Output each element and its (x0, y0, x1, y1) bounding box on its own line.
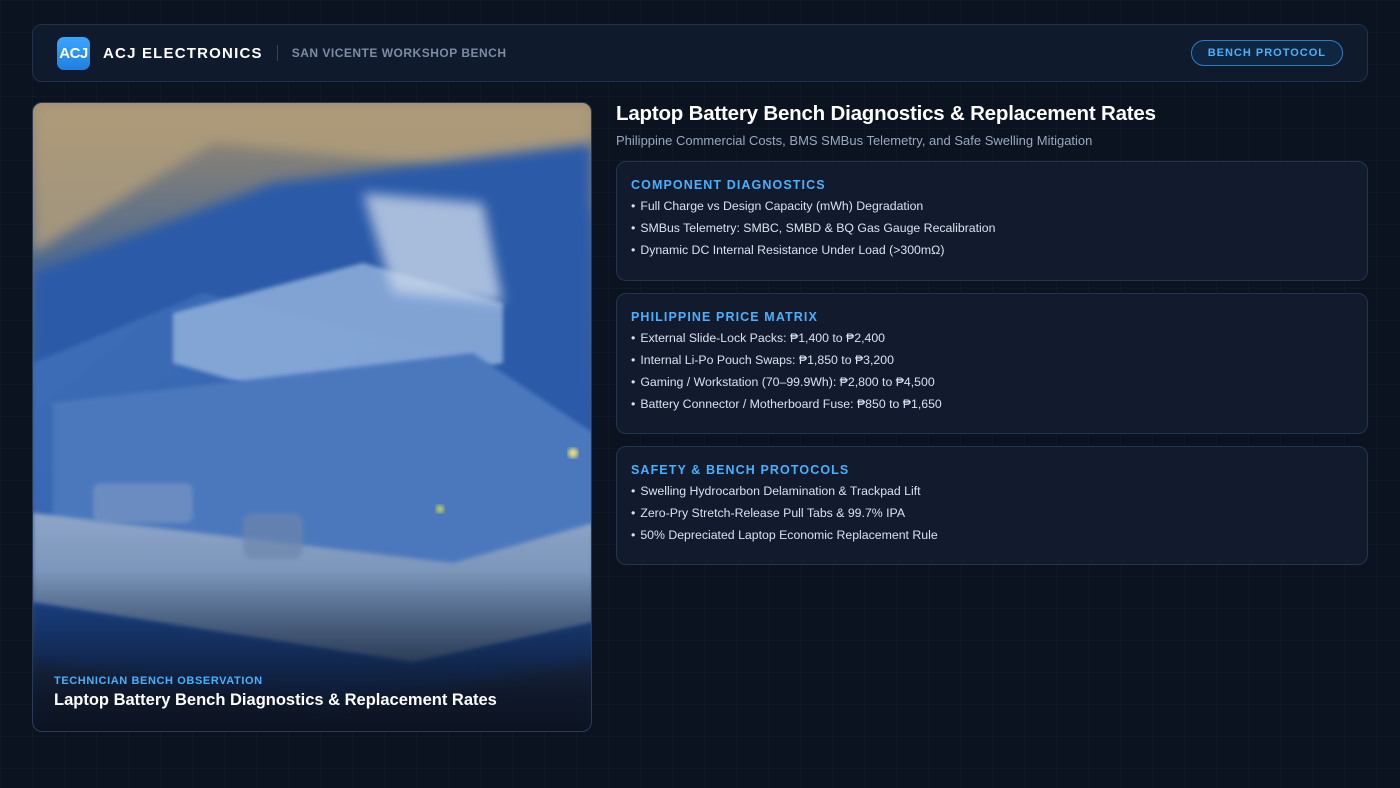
list-item: SMBus Telemetry: SMBC, SMBD & BQ Gas Gau… (631, 221, 1353, 243)
card-component-diagnostics: COMPONENT DIAGNOSTICS Full Charge vs Des… (616, 161, 1368, 281)
header-divider (276, 45, 278, 61)
page-subtitle: Philippine Commercial Costs, BMS SMBus T… (616, 133, 1093, 148)
list-item: 50% Depreciated Laptop Economic Replacem… (631, 528, 1353, 550)
list-item: Dynamic DC Internal Resistance Under Loa… (631, 243, 1353, 265)
workshop-location: SAN VICENTE WORKSHOP BENCH (291, 46, 507, 60)
list-item: Swelling Hydrocarbon Delamination & Trac… (631, 484, 1353, 506)
photo-caption-title: Laptop Battery Bench Diagnostics & Repla… (54, 691, 497, 709)
list-item: Battery Connector / Motherboard Fuse: ₱8… (631, 397, 1353, 419)
card-heading: SAFETY & BENCH PROTOCOLS (631, 463, 850, 477)
list-item: Gaming / Workstation (70–99.9Wh): ₱2,800… (631, 375, 1353, 397)
card-safety-protocols: SAFETY & BENCH PROTOCOLS Swelling Hydroc… (616, 446, 1368, 565)
top-bar: ACJ ACJ ELECTRONICS SAN VICENTE WORKSHOP… (32, 24, 1368, 82)
brand-logo: ACJ (57, 36, 90, 70)
card-price-matrix: PHILIPPINE PRICE MATRIX External Slide-L… (616, 293, 1368, 434)
list-item: Internal Li-Po Pouch Swaps: ₱1,850 to ₱3… (631, 353, 1353, 375)
brand-name: ACJ ELECTRONICS (103, 44, 263, 62)
card-heading: PHILIPPINE PRICE MATRIX (631, 310, 818, 324)
list-item: External Slide-Lock Packs: ₱1,400 to ₱2,… (631, 331, 1353, 353)
photo-caption-tag: TECHNICIAN BENCH OBSERVATION (54, 675, 263, 687)
list-item: Full Charge vs Design Capacity (mWh) Deg… (631, 199, 1353, 221)
battery-photo: TECHNICIAN BENCH OBSERVATION Laptop Batt… (32, 102, 592, 732)
bench-protocol-badge[interactable]: BENCH PROTOCOL (1190, 40, 1343, 66)
card-heading: COMPONENT DIAGNOSTICS (631, 178, 826, 192)
list-item: Zero-Pry Stretch-Release Pull Tabs & 99.… (631, 506, 1353, 528)
page-title: Laptop Battery Bench Diagnostics & Repla… (616, 102, 1156, 125)
